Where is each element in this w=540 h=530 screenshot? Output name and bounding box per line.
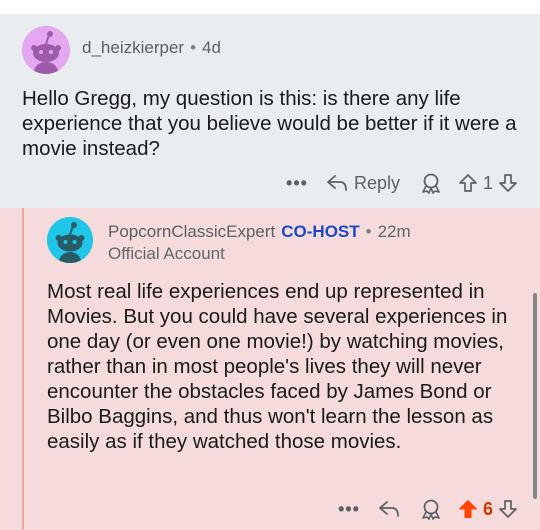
meta-separator: • — [365, 222, 372, 241]
award-icon — [422, 173, 440, 194]
user-flair: Official Account — [108, 244, 225, 263]
upvote-icon — [459, 174, 477, 192]
reply-actions: ••• 6 — [338, 498, 518, 520]
top-strip — [0, 0, 540, 14]
reply-button[interactable] — [378, 500, 400, 518]
reply-label: Reply — [353, 172, 400, 193]
reply-avatar[interactable] — [47, 217, 93, 263]
downvote-button[interactable] — [498, 173, 518, 193]
reply-username[interactable]: PopcornClassicExpert — [108, 222, 275, 241]
more-icon: ••• — [338, 498, 360, 519]
upvote-icon — [458, 500, 477, 518]
award-button[interactable] — [420, 498, 442, 520]
downvote-icon — [499, 500, 517, 518]
meta-separator: • — [190, 38, 197, 57]
parent-username[interactable]: d_heizkierper — [82, 38, 184, 57]
reply-button[interactable]: Reply — [326, 173, 400, 194]
reply-body: Most real life experiences end up repres… — [47, 280, 508, 453]
cohost-badge: CO-HOST — [281, 222, 360, 241]
more-button[interactable]: ••• — [286, 173, 308, 194]
parent-meta: d_heizkierper • 4d — [82, 38, 221, 58]
parent-avatar[interactable] — [22, 26, 70, 74]
more-icon: ••• — [286, 172, 308, 193]
reply-comment: PopcornClassicExpert CO-HOST • 22m Official… — [0, 208, 540, 530]
thread-line[interactable] — [22, 208, 24, 530]
snoo-avatar-icon — [22, 26, 70, 74]
vote-count: 1 — [482, 172, 493, 193]
downvote-button[interactable] — [498, 499, 518, 519]
more-button[interactable]: ••• — [338, 499, 360, 520]
parent-actions: ••• Reply 1 — [286, 172, 518, 194]
vote-count: 6 — [482, 498, 493, 519]
award-button[interactable] — [420, 172, 442, 194]
reply-arrow-icon — [379, 501, 399, 517]
reply-meta: PopcornClassicExpert CO-HOST • 22m — [108, 222, 411, 242]
award-icon — [422, 499, 440, 520]
reply-age: 22m — [377, 222, 411, 241]
scrollbar[interactable] — [533, 293, 537, 499]
snoo-avatar-icon — [47, 217, 93, 263]
reply-arrow-icon — [327, 175, 347, 191]
downvote-icon — [499, 174, 517, 192]
upvote-button-active[interactable] — [458, 499, 478, 519]
parent-body: Hello Gregg, my question is this: is the… — [22, 87, 517, 160]
parent-comment: d_heizkierper • 4d Hello Gregg, my questio… — [0, 14, 540, 208]
upvote-button[interactable] — [458, 173, 478, 193]
parent-age: 4d — [202, 38, 221, 57]
